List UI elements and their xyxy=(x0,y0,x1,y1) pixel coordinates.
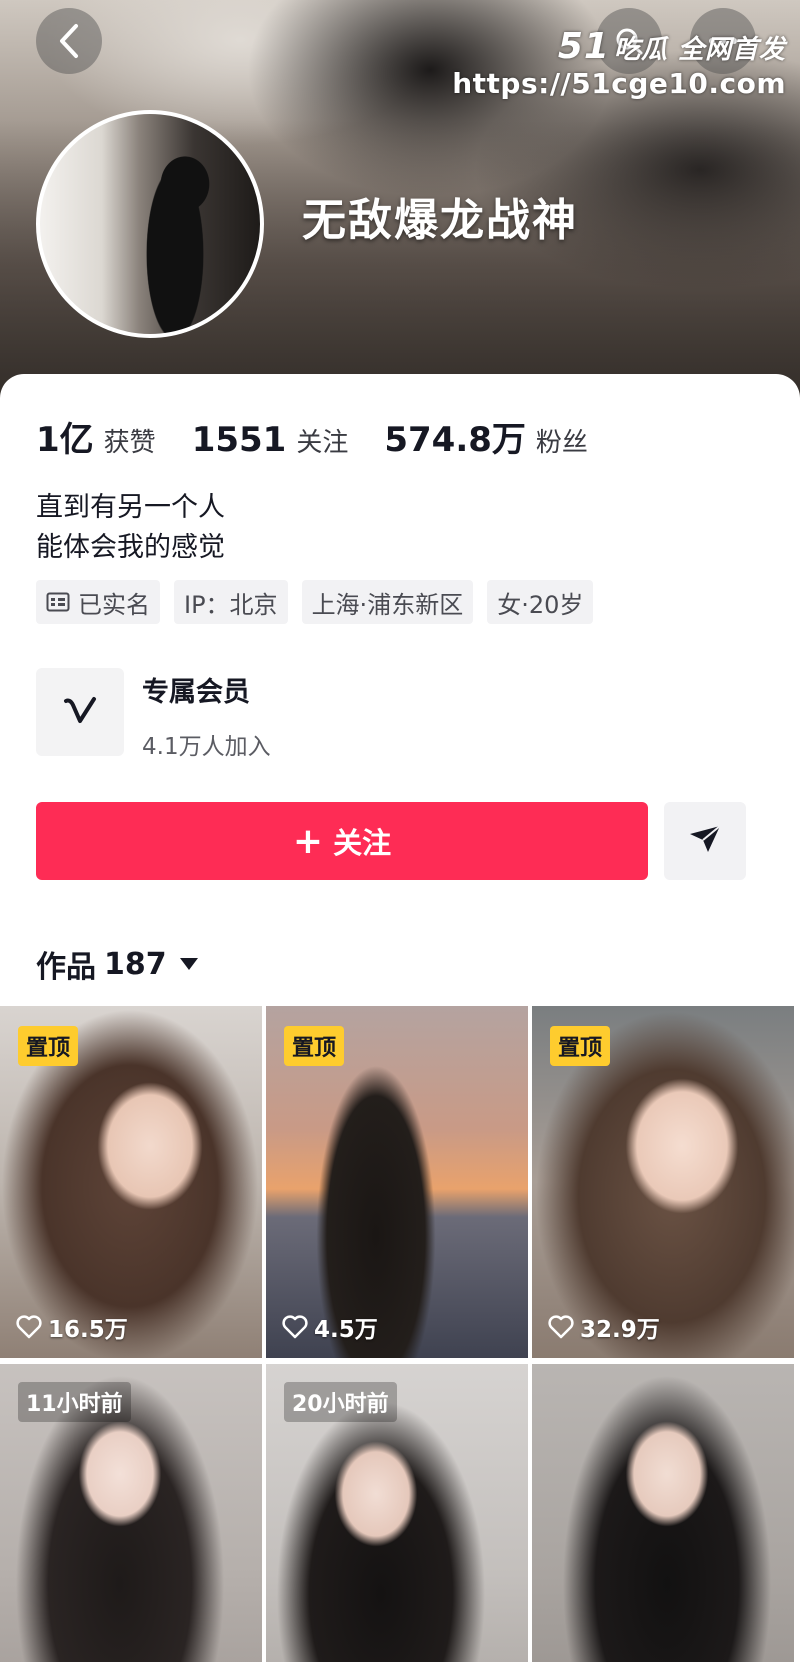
tag-verified: 已实名 xyxy=(36,580,160,624)
stats-row: 1亿 获赞 1551 关注 574.8万 粉丝 xyxy=(36,412,624,461)
video-tile[interactable]: 置顶 32.9万 xyxy=(532,1006,794,1358)
video-tile[interactable]: 20小时前 xyxy=(266,1364,528,1662)
stat-followers-value: 574.8万 xyxy=(384,420,526,460)
bio-line-2: 能体会我的感觉 xyxy=(36,532,225,563)
watermark-brand-text: 吃瓜 全网首发 xyxy=(613,35,786,65)
video-likes: 16.5万 xyxy=(16,1310,128,1344)
video-likes-count: 32.9万 xyxy=(580,1317,660,1343)
share-arrow-icon xyxy=(688,824,722,858)
avatar[interactable] xyxy=(36,110,264,338)
tag-location-label: 上海·浦东新区 xyxy=(311,590,464,619)
tag-location: 上海·浦东新区 xyxy=(301,580,474,624)
caret-down-icon xyxy=(179,957,199,971)
video-tile[interactable] xyxy=(532,1364,794,1662)
video-likes: 32.9万 xyxy=(548,1310,660,1344)
follow-button[interactable]: + 关注 xyxy=(36,802,648,880)
video-likes-count: 4.5万 xyxy=(314,1317,378,1343)
tag-ip-label: IP：北京 xyxy=(184,590,278,619)
stat-following-value: 1551 xyxy=(191,420,287,460)
v-logo-icon xyxy=(36,668,124,756)
watermark: 51 吃瓜 全网首发 https://51cge10.com xyxy=(452,26,786,100)
pinned-badge: 置顶 xyxy=(284,1026,345,1066)
video-tile[interactable]: 置顶 16.5万 xyxy=(0,1006,262,1358)
works-tab[interactable]: 作品 187 xyxy=(36,942,199,986)
video-likes-count: 16.5万 xyxy=(48,1317,128,1343)
watermark-url: https://51cge10.com xyxy=(452,67,786,100)
membership-subtitle: 4.1万人加入 xyxy=(142,734,271,760)
profile-tags: 已实名 IP：北京 上海·浦东新区 女·20岁 xyxy=(36,580,607,624)
stat-followers-label: 粉丝 xyxy=(535,428,588,458)
heart-icon xyxy=(16,1315,42,1339)
video-time: 11小时前 xyxy=(18,1382,131,1422)
works-count: 187 xyxy=(104,946,167,982)
share-button[interactable] xyxy=(664,802,746,880)
profile-nickname: 无敌爆龙战神 xyxy=(302,195,578,246)
bio-line-1: 直到有另一个人 xyxy=(36,492,225,523)
tag-ip: IP：北京 xyxy=(174,580,288,624)
video-tile[interactable]: 置顶 4.5万 xyxy=(266,1006,528,1358)
membership-entry[interactable]: 专属会员 4.1万人加入 xyxy=(36,668,271,761)
tag-verified-label: 已实名 xyxy=(78,590,150,619)
video-time: 20小时前 xyxy=(284,1382,397,1422)
pinned-badge: 置顶 xyxy=(550,1026,611,1066)
watermark-brand-number: 51 xyxy=(557,26,610,67)
video-likes: 4.5万 xyxy=(282,1310,378,1344)
video-tile[interactable]: 11小时前 xyxy=(0,1364,262,1662)
id-card-icon xyxy=(46,592,70,612)
stat-likes-value: 1亿 xyxy=(36,420,94,460)
stat-followers[interactable]: 574.8万 粉丝 xyxy=(384,412,588,461)
stat-following-label: 关注 xyxy=(296,428,349,458)
works-label: 作品 xyxy=(36,950,96,985)
heart-icon xyxy=(282,1315,308,1339)
profile-bio: 直到有另一个人 能体会我的感觉 xyxy=(36,488,225,568)
heart-icon xyxy=(548,1315,574,1339)
back-button[interactable] xyxy=(36,8,102,74)
membership-title: 专属会员 xyxy=(142,677,250,708)
pinned-badge: 置顶 xyxy=(18,1026,79,1066)
profile-cover: 51 吃瓜 全网首发 https://51cge10.com 无敌爆龙战神 xyxy=(0,0,800,410)
tag-gender-age: 女·20岁 xyxy=(487,580,594,624)
plus-icon: + xyxy=(292,820,324,862)
tag-gender-age-label: 女·20岁 xyxy=(497,590,584,619)
chevron-left-icon xyxy=(58,23,80,59)
stat-likes-label: 获赞 xyxy=(103,428,156,458)
follow-button-label: 关注 xyxy=(333,826,392,860)
stat-likes[interactable]: 1亿 获赞 xyxy=(36,412,156,461)
stat-following[interactable]: 1551 关注 xyxy=(192,420,349,460)
